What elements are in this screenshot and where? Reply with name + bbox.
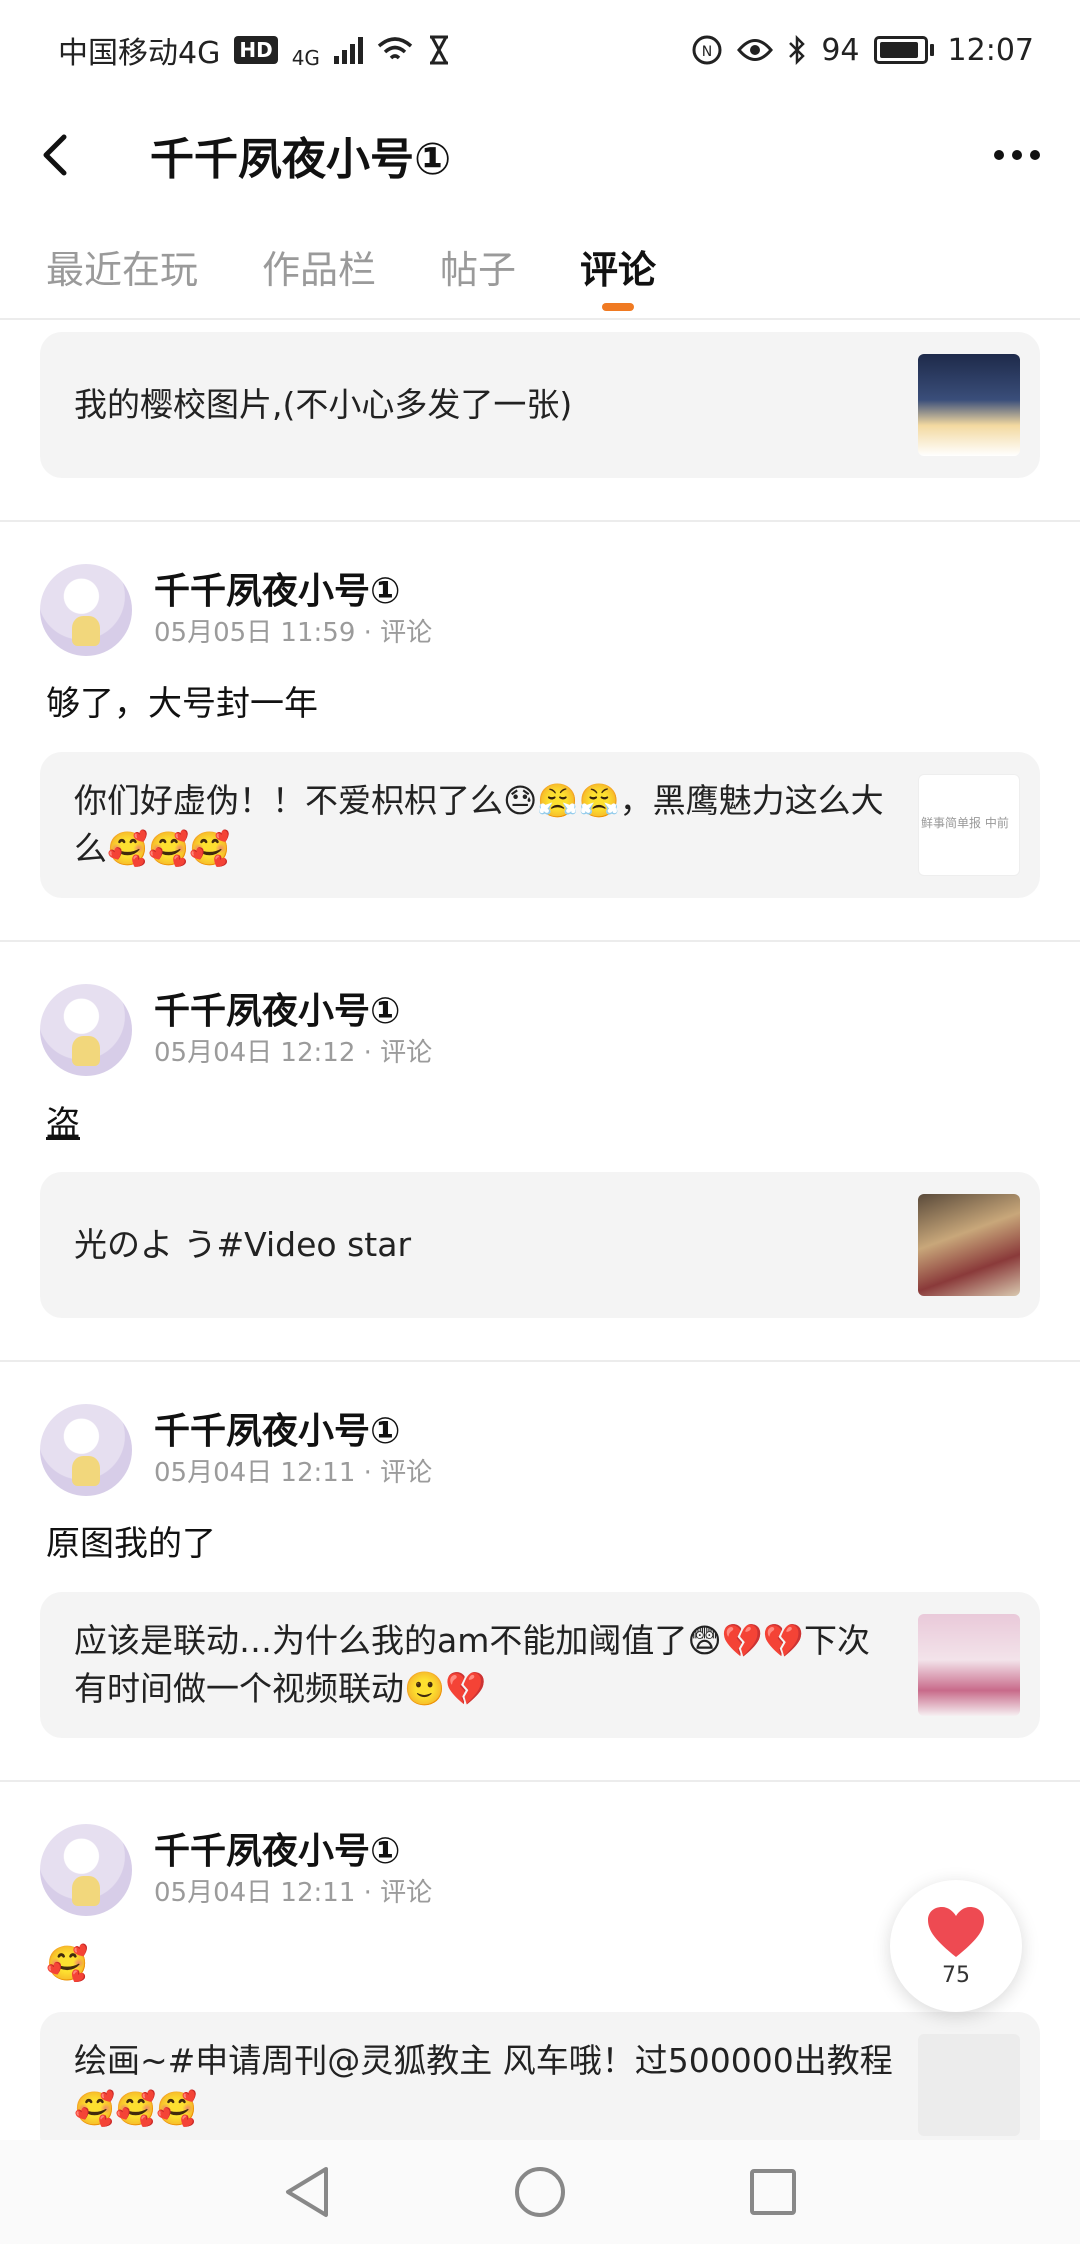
triangle-back-icon xyxy=(285,2167,328,2217)
quoted-post-text: 绘画~#申请周刊@灵狐教主 风车哦！过500000出教程🥰🥰🥰 xyxy=(74,2041,893,2128)
avatar[interactable] xyxy=(40,1404,132,1496)
heart-icon xyxy=(928,1906,984,1957)
wifi-icon xyxy=(377,37,413,60)
divider xyxy=(0,520,1080,522)
quoted-post-text: 你们好虚伪！！不爱枳枳了么😓😤😤，黑鹰魅力这么大么🥰🥰🥰 xyxy=(74,781,884,868)
tab-posts[interactable]: 帖子 xyxy=(440,214,516,319)
signal-icon xyxy=(333,36,363,64)
author-name[interactable]: 千千夙夜小号① xyxy=(154,1829,432,1875)
comment-text: 够了，大号封一年 xyxy=(46,684,318,724)
avatar[interactable] xyxy=(40,984,132,1076)
thumbnail-text: 鲜事简单报 中前 xyxy=(921,816,1009,830)
more-dot-icon xyxy=(1030,150,1040,160)
quoted-post-card[interactable]: 你们好虚伪！！不爱枳枳了么😓😤😤，黑鹰魅力这么大么🥰🥰🥰 鲜事简单报 中前 xyxy=(40,752,1040,898)
profile-tabs: 最近在玩 作品栏 帖子 评论 xyxy=(0,215,1080,320)
tab-comments[interactable]: 评论 xyxy=(580,214,656,319)
avatar[interactable] xyxy=(40,1824,132,1916)
quoted-post-card[interactable]: 我的樱校图片,(不小心多发了一张) xyxy=(40,332,1040,478)
divider xyxy=(0,940,1080,942)
post-thumbnail xyxy=(918,1194,1020,1296)
hd-badge: HD xyxy=(234,36,278,64)
nav-back-button[interactable] xyxy=(272,2157,342,2227)
tab-recently-played[interactable]: 最近在玩 xyxy=(46,214,198,319)
like-count: 75 xyxy=(942,1962,970,1988)
comment-item: 千千夙夜小号① 05月04日 12:11 · 评论 原图我的了 应该是联动…为什… xyxy=(0,1404,1080,1738)
quoted-post-card[interactable]: 光のよ う#Video star xyxy=(40,1172,1040,1318)
status-bar: 中国移动4G HD 4G N 94 12:07 xyxy=(0,0,1080,100)
comment-item: 千千夙夜小号① 05月05日 11:59 · 评论 够了，大号封一年 你们好虚伪… xyxy=(0,564,1080,898)
author-name[interactable]: 千千夙夜小号① xyxy=(154,989,432,1035)
nfc-icon: N xyxy=(692,35,722,65)
comment-time: 05月04日 12:11 · 评论 xyxy=(154,1878,433,1908)
avatar[interactable] xyxy=(40,564,132,656)
nav-home-button[interactable] xyxy=(505,2157,575,2227)
back-arrow-icon xyxy=(43,134,67,176)
quoted-post-card[interactable]: 应该是联动…为什么我的am不能加阈值了😨💔💔下次有时间做一个视频联动🙂💔 xyxy=(40,1592,1040,1738)
author-name[interactable]: 千千夙夜小号① xyxy=(154,1409,432,1455)
comment-item: 千千夙夜小号① 05月04日 12:12 · 评论 盗 光のよ う#Video … xyxy=(0,984,1080,1318)
svg-text:N: N xyxy=(702,44,712,60)
comment-time: 05月04日 12:11 · 评论 xyxy=(154,1458,433,1488)
app-header: 千千夙夜小号① xyxy=(0,100,1080,210)
hourglass-icon xyxy=(429,35,448,65)
quoted-post-text: 我的樱校图片,(不小心多发了一张) xyxy=(74,385,573,424)
quoted-post-text: 应该是联动…为什么我的am不能加阈值了😨💔💔下次有时间做一个视频联动🙂💔 xyxy=(74,1621,870,1708)
more-dot-icon xyxy=(994,150,1004,160)
circle-home-icon xyxy=(514,2167,565,2217)
post-thumbnail xyxy=(918,2034,1020,2136)
system-nav-bar xyxy=(0,2140,1080,2244)
battery-percent: 94 xyxy=(821,32,860,68)
bluetooth-icon xyxy=(789,35,806,65)
comment-text: 盗 xyxy=(46,1104,80,1144)
divider xyxy=(0,1780,1080,1782)
more-options-button[interactable] xyxy=(960,115,1040,195)
eye-comfort-icon xyxy=(737,39,774,61)
square-recents-icon xyxy=(750,2169,797,2215)
network-label: 4G xyxy=(291,46,320,70)
carrier-label: 中国移动4G xyxy=(58,36,221,71)
divider xyxy=(0,1360,1080,1362)
tab-works[interactable]: 作品栏 xyxy=(262,214,376,319)
more-dot-icon xyxy=(1012,150,1022,160)
nav-recents-button[interactable] xyxy=(738,2157,808,2227)
comment-feed[interactable]: 我的樱校图片,(不小心多发了一张) 千千夙夜小号① 05月05日 11:59 ·… xyxy=(0,322,1080,2140)
comment-time: 05月05日 11:59 · 评论 xyxy=(154,618,433,648)
back-button[interactable] xyxy=(40,115,120,195)
comment-text: 原图我的了 xyxy=(46,1524,216,1564)
post-thumbnail xyxy=(918,354,1020,456)
quoted-post-text: 光のよ う#Video star xyxy=(74,1225,412,1264)
like-button[interactable]: 75 xyxy=(890,1880,1022,2012)
clock: 12:07 xyxy=(947,32,1034,68)
page-title: 千千夙夜小号① xyxy=(150,134,452,185)
post-thumbnail xyxy=(918,1614,1020,1716)
comment-time: 05月04日 12:12 · 评论 xyxy=(154,1038,433,1068)
battery-icon xyxy=(873,36,934,64)
quoted-post-card[interactable]: 绘画~#申请周刊@灵狐教主 风车哦！过500000出教程🥰🥰🥰 xyxy=(40,2012,1040,2140)
author-name[interactable]: 千千夙夜小号① xyxy=(154,569,432,615)
post-thumbnail: 鲜事简单报 中前 xyxy=(918,774,1020,876)
